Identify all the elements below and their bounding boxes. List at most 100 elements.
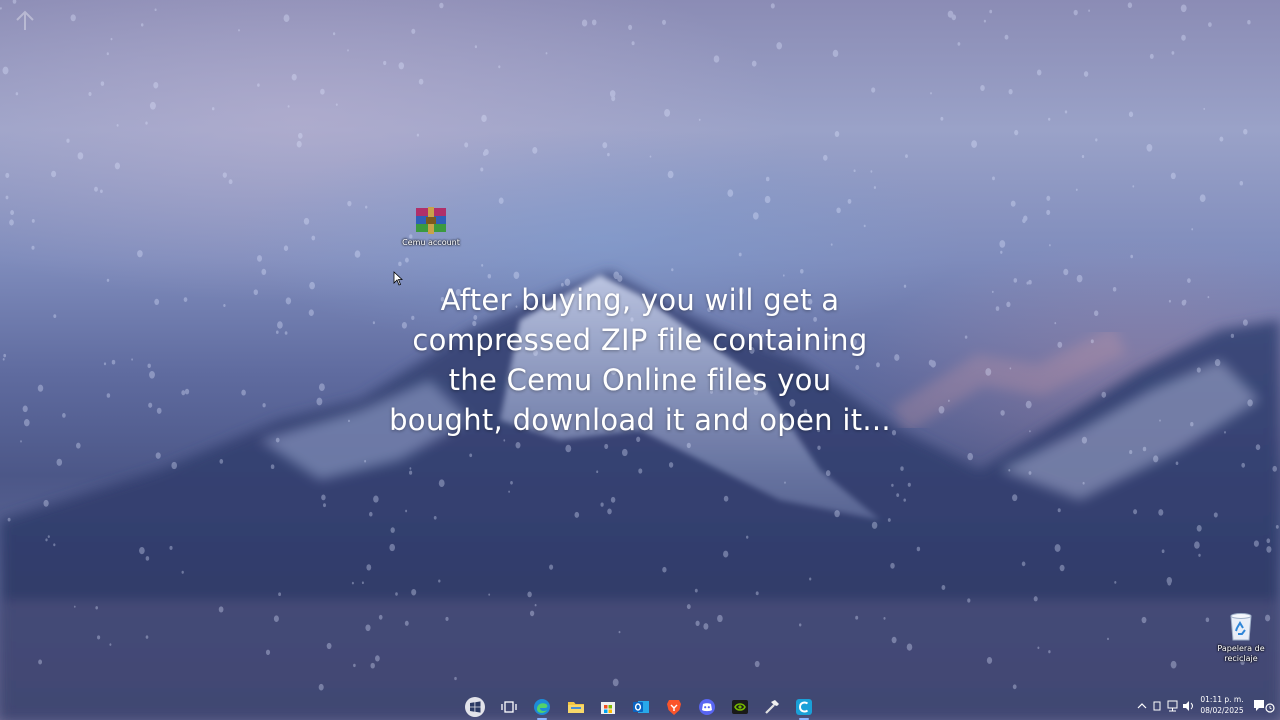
rain-drop <box>891 483 894 487</box>
taskbar-store-button[interactable] <box>595 694 621 720</box>
taskbar-discord-button[interactable] <box>694 694 720 720</box>
rain-drop <box>1171 51 1175 55</box>
rain-drop <box>989 9 993 14</box>
rain-drop <box>1010 200 1016 207</box>
rain-drop <box>1159 419 1161 422</box>
rain-drop <box>2 66 9 75</box>
rain-drop <box>169 545 173 550</box>
taskbar-task-view-button[interactable] <box>496 694 522 720</box>
rain-drop <box>433 515 437 520</box>
windows-start-icon <box>465 697 485 717</box>
taskbar-outlook-button[interactable] <box>628 694 654 720</box>
rain-drop <box>798 623 802 627</box>
rain-drop <box>871 521 878 529</box>
rain-drop <box>154 298 160 305</box>
rain-drop <box>1187 278 1191 283</box>
hammer-icon <box>765 700 779 714</box>
taskbar-start-button[interactable] <box>462 694 488 720</box>
taskbar-cemu-button[interactable] <box>791 694 817 720</box>
rain-drop <box>31 245 35 250</box>
rain-drop <box>354 250 361 258</box>
rain-drop <box>347 49 349 52</box>
rain-drop <box>1054 544 1061 552</box>
rain-drop <box>318 683 324 691</box>
rain-drop <box>23 419 30 427</box>
rain-drop <box>817 445 821 450</box>
rain-drop <box>545 52 548 55</box>
rain-drop <box>318 383 325 392</box>
rain-drop <box>746 535 749 539</box>
rain-drop <box>445 616 449 621</box>
rain-drop <box>1128 111 1134 118</box>
taskbar-clock[interactable]: 01:11 p. m. 08/02/2025 <box>1196 694 1248 716</box>
rain-drop <box>1082 481 1085 485</box>
rain-drop <box>275 330 279 334</box>
rain-drop <box>668 462 674 468</box>
rain-drop <box>100 81 105 86</box>
rain-drop <box>870 170 873 173</box>
rain-drop <box>106 393 111 398</box>
desktop-icon-cemu-account[interactable]: Cemu account <box>399 206 463 248</box>
rain-drop <box>1208 22 1212 28</box>
rain-drop <box>713 55 720 63</box>
rain-drop <box>100 189 103 194</box>
rain-drop <box>723 550 729 558</box>
rain-drop <box>411 588 417 596</box>
rain-drop <box>223 304 226 307</box>
rain-drop <box>137 250 143 258</box>
rain-drop <box>967 452 974 461</box>
taskbar-hammer-tool-button[interactable] <box>759 694 785 720</box>
rain-drop <box>9 219 14 226</box>
rain-drop <box>38 659 43 665</box>
rain-drop <box>836 207 841 214</box>
rain-drop <box>181 570 184 574</box>
desktop: Cemu account After buying, you will get … <box>0 0 1280 720</box>
rain-drop <box>149 370 155 379</box>
rain-drop <box>111 359 116 365</box>
rain-drop <box>1132 185 1135 188</box>
rain-drop <box>303 217 310 225</box>
rain-drop <box>95 606 98 610</box>
rain-drop <box>1133 509 1138 515</box>
caption-line: the Cemu Online files you <box>448 363 832 397</box>
taskbar-file-explorer-button[interactable] <box>563 694 589 720</box>
rain-drop <box>1194 541 1200 549</box>
rain-drop <box>980 85 985 91</box>
rain-drop <box>114 162 121 170</box>
taskbar-edge-button[interactable] <box>529 694 555 720</box>
rain-drop <box>153 81 159 89</box>
notification-center-icon[interactable] <box>1251 692 1277 720</box>
rain-drop <box>986 656 993 664</box>
rain-drop <box>1153 455 1159 463</box>
rain-drop <box>308 309 314 317</box>
rain-drop <box>481 264 484 267</box>
rain-drop <box>398 261 402 267</box>
rain-drop <box>147 363 151 369</box>
rain-drop <box>738 252 742 257</box>
rain-drop <box>373 495 379 503</box>
taskbar-brave-button[interactable] <box>661 694 687 720</box>
rain-drop <box>832 49 839 58</box>
rain-drop <box>992 176 995 181</box>
rain-drop <box>474 45 478 49</box>
rain-drop <box>694 588 698 593</box>
rain-drop <box>1196 525 1202 532</box>
video-caption: After buying, you will get a compressed … <box>330 280 950 440</box>
folder-icon <box>568 702 584 713</box>
rain-drop <box>1094 310 1099 317</box>
rain-drop <box>532 147 538 154</box>
rain-drop <box>930 92 932 95</box>
desktop-icon-recycle-bin[interactable]: Papelera de reciclaje <box>1209 610 1273 664</box>
rain-drop <box>1029 430 1031 433</box>
rain-drop <box>600 502 604 507</box>
rain-drop <box>1183 299 1187 304</box>
recycle-bin-icon <box>1230 613 1252 641</box>
rain-drop <box>1036 69 1042 76</box>
rain-drop <box>1046 195 1051 201</box>
rain-drop <box>311 235 316 241</box>
taskbar-nvidia-button[interactable] <box>727 694 753 720</box>
rain-drop <box>1009 367 1012 370</box>
rain-drop <box>316 397 323 406</box>
rain-drop <box>3 353 7 358</box>
rain-drop <box>825 470 831 477</box>
